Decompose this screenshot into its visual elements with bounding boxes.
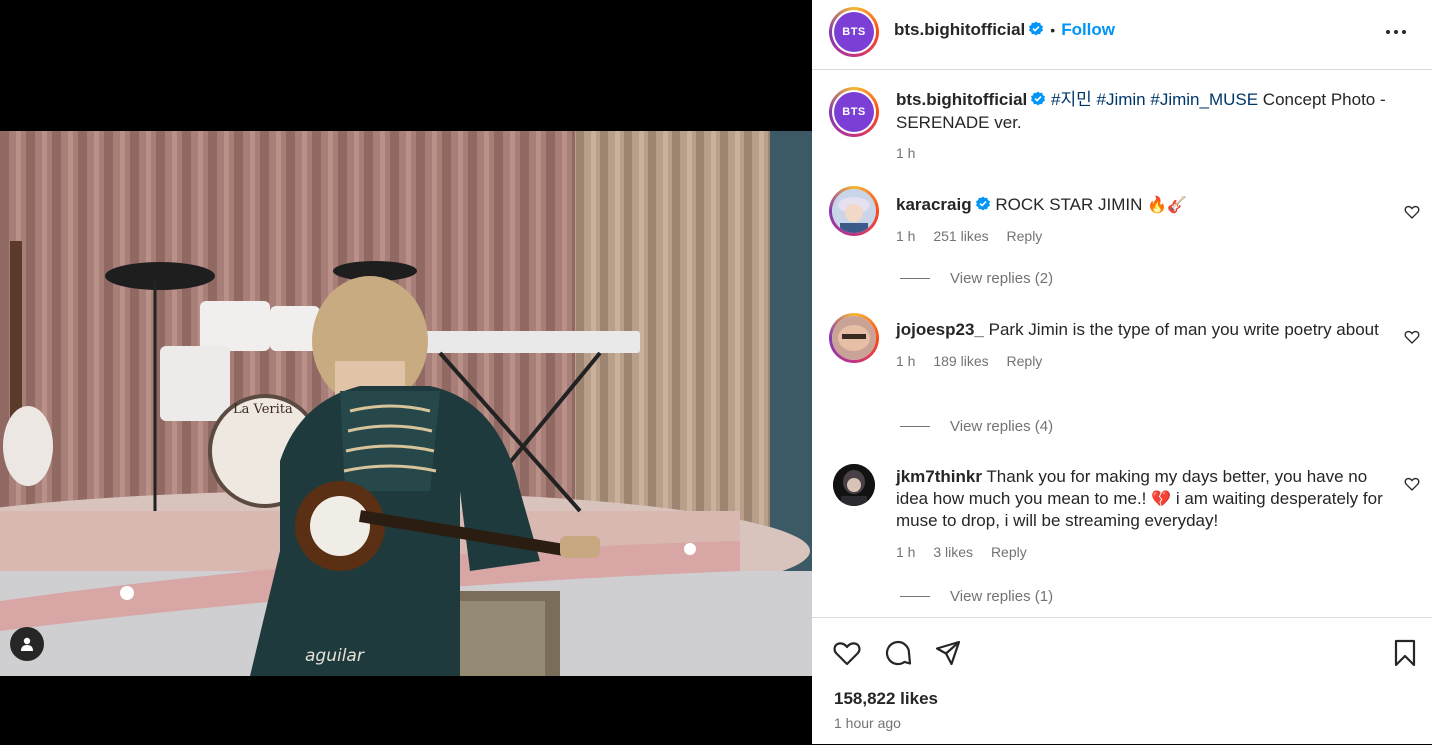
comment-username[interactable]: jkm7thinkr: [896, 467, 982, 486]
more-icon[interactable]: [1382, 20, 1410, 44]
verified-badge-icon: [1031, 91, 1046, 106]
comment-meta: 1 h 3 likes Reply: [896, 541, 1386, 563]
bookmark-icon[interactable]: [1390, 638, 1420, 668]
user-tag-icon: [21, 637, 33, 651]
separator-dot: •: [1050, 22, 1056, 38]
post-actions: 158,822 likes 1 hour ago: [812, 617, 1432, 745]
emoji: 🔥🎸: [1147, 195, 1187, 214]
bts-logo: BTS: [834, 92, 874, 132]
comment-meta: 1 h 189 likes Reply: [896, 350, 1386, 372]
reply-button[interactable]: Reply: [1007, 228, 1043, 244]
caption-author-avatar[interactable]: BTS: [829, 87, 879, 137]
post-time-ago[interactable]: 1 hour ago: [834, 715, 901, 731]
hashtag-link[interactable]: #지민: [1051, 90, 1092, 109]
reply-button[interactable]: Reply: [991, 544, 1027, 560]
comment-likes[interactable]: 189 likes: [933, 353, 988, 369]
comment-text: ROCK STAR JIMIN: [995, 195, 1143, 214]
comment-time: 1 h: [896, 228, 916, 244]
comment: karacraig ROCK STAR JIMIN 🔥🎸 1 h 251 lik…: [896, 194, 1386, 247]
comment-like-heart-icon[interactable]: [1404, 204, 1420, 220]
reply-line-divider: [900, 596, 930, 597]
comment-icon[interactable]: [883, 638, 913, 668]
verified-badge-icon: [1029, 21, 1044, 36]
post-header: BTS bts.bighitofficial • Follow: [812, 0, 1432, 70]
comment: jkm7thinkr Thank you for making my days …: [896, 466, 1386, 563]
header-username-row: bts.bighitofficial • Follow: [894, 20, 1115, 40]
emoji: 💔: [1151, 489, 1172, 508]
commenter-avatar[interactable]: [829, 186, 879, 236]
svg-text:aguilar: aguilar: [305, 646, 365, 666]
send-icon[interactable]: [933, 638, 963, 668]
post-photo[interactable]: La Verita aguilar: [0, 131, 812, 676]
author-avatar[interactable]: BTS: [829, 7, 879, 57]
comment-like-heart-icon[interactable]: [1404, 329, 1420, 345]
view-replies-label: View replies (1): [950, 588, 1054, 605]
reply-button[interactable]: Reply: [1007, 353, 1043, 369]
comment-meta: 1 h 251 likes Reply: [896, 225, 1386, 247]
follow-button[interactable]: Follow: [1061, 20, 1115, 39]
caption-time: 1 h: [896, 145, 916, 161]
post-likes-count[interactable]: 158,822 likes: [834, 689, 938, 709]
view-replies-button[interactable]: View replies (4): [900, 418, 1053, 435]
reply-line-divider: [900, 426, 930, 427]
hashtag-link[interactable]: #Jimin: [1097, 90, 1146, 109]
comment-username[interactable]: karacraig: [896, 195, 972, 214]
commenter-avatar[interactable]: [829, 313, 879, 363]
view-replies-button[interactable]: View replies (2): [900, 270, 1053, 287]
hashtag-link[interactable]: #Jimin_MUSE: [1150, 90, 1258, 109]
comment-text: Park Jimin is the type of man you write …: [988, 320, 1379, 339]
commenter-avatar[interactable]: [833, 464, 875, 506]
comment-time: 1 h: [896, 353, 916, 369]
svg-text:La Verita: La Verita: [233, 402, 293, 417]
comment-like-heart-icon[interactable]: [1404, 476, 1420, 492]
caption-meta: 1 h: [896, 142, 1406, 165]
comment-time: 1 h: [896, 544, 916, 560]
author-username[interactable]: bts.bighitofficial: [894, 20, 1025, 39]
heart-icon[interactable]: [832, 638, 862, 668]
comment: jojoesp23_ Park Jimin is the type of man…: [896, 319, 1386, 372]
comment-username[interactable]: jojoesp23_: [896, 320, 984, 339]
caption-username[interactable]: bts.bighitofficial: [896, 90, 1027, 109]
reply-line-divider: [900, 278, 930, 279]
post-media: La Verita aguilar: [0, 0, 812, 744]
view-replies-label: View replies (4): [950, 418, 1054, 435]
verified-badge-icon: [975, 196, 990, 211]
view-replies-button[interactable]: View replies (1): [900, 588, 1053, 605]
bts-logo: BTS: [834, 12, 874, 52]
view-replies-label: View replies (2): [950, 270, 1054, 287]
comment-likes[interactable]: 3 likes: [933, 544, 973, 560]
post-side-panel: BTS bts.bighitofficial • Follow BTS bts.bi…: [812, 0, 1432, 744]
user-tag-button[interactable]: [10, 627, 44, 661]
post-caption: bts.bighitofficial #지민 #Jimin #Jimin_MUS…: [896, 88, 1406, 165]
comment-likes[interactable]: 251 likes: [933, 228, 988, 244]
